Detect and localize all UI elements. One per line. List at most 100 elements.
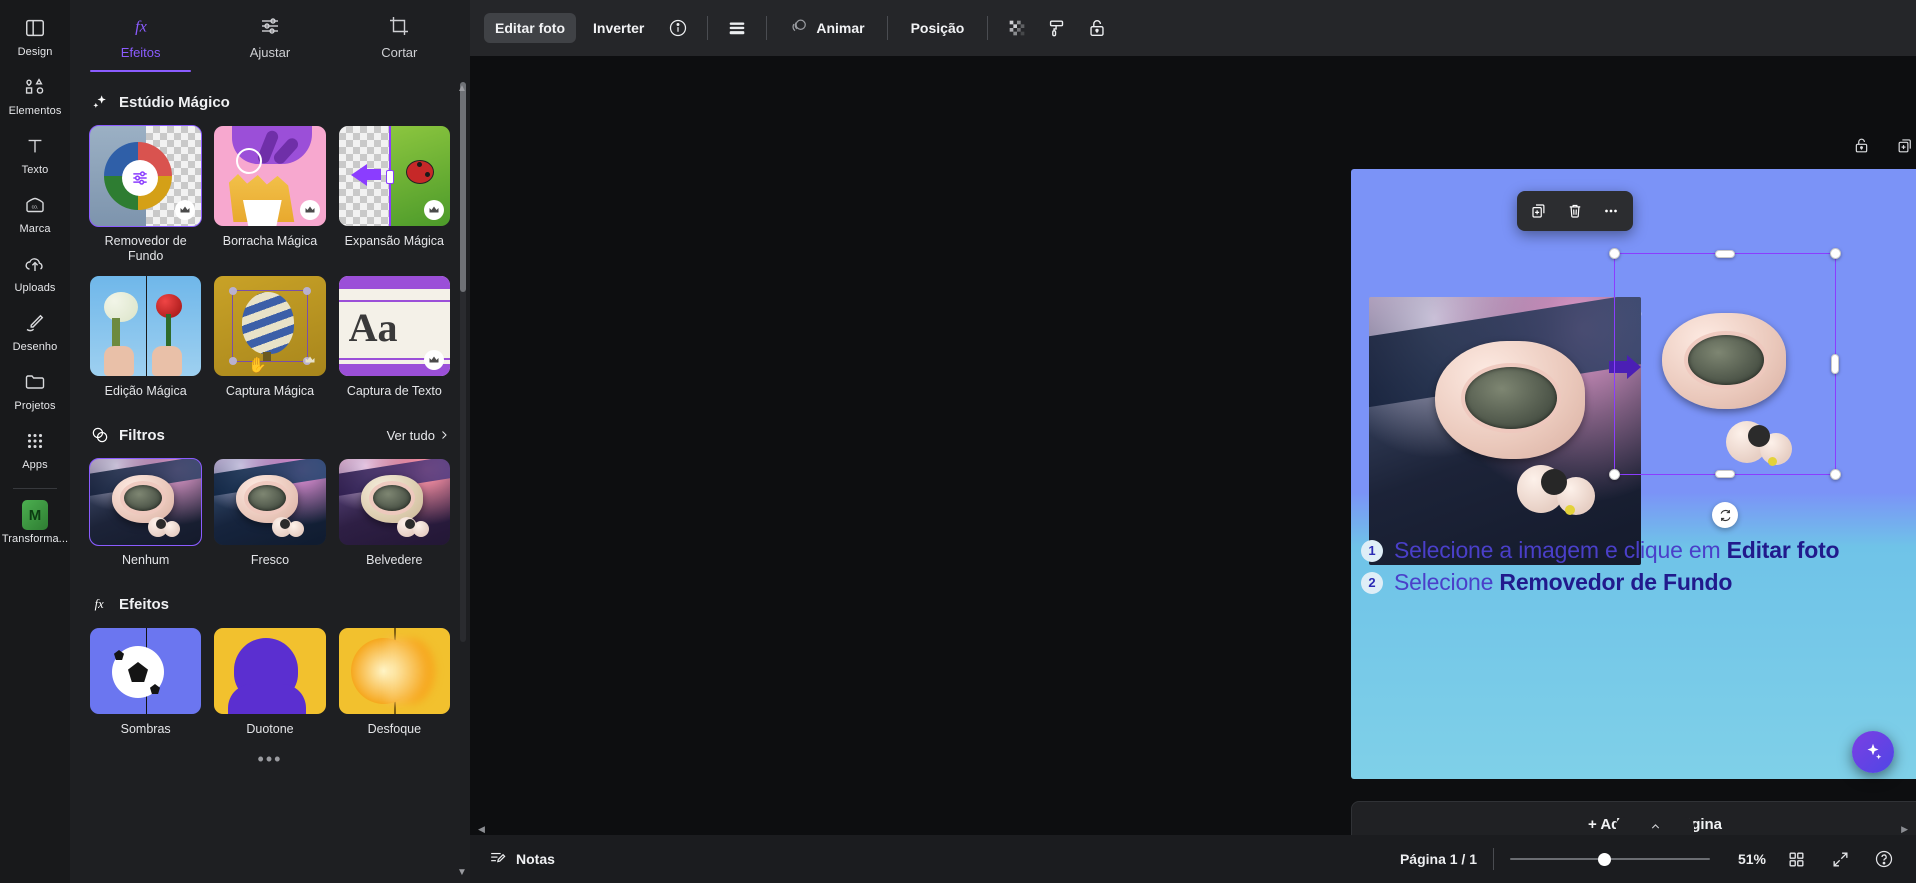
animate-icon [789,16,809,41]
zoom-slider[interactable] [1510,849,1710,869]
duplicate-page-icon[interactable] [1892,132,1916,158]
instruction-steps: 1 Selecione a imagem e clique em Editar … [1361,537,1840,596]
filters-grid: Nenhum Fresco Belvedere [88,458,450,568]
notes-icon [488,848,507,870]
sparkle-ai-icon[interactable] [1852,731,1894,773]
grid-view-icon[interactable] [1782,845,1810,873]
edit-photo-button[interactable]: Editar foto [484,13,576,43]
folder-icon [22,369,48,395]
step-text[interactable]: Selecione Removedor de Fundo [1394,569,1732,596]
card-label: Belvedere [366,553,423,567]
help-icon[interactable] [1870,845,1898,873]
thumbnail [214,459,326,545]
tab-ajustar[interactable]: Ajustar [205,0,334,72]
sidebar-item-label: Elementos [8,105,62,117]
resize-handle-top[interactable] [1715,250,1735,258]
resize-handle-tr[interactable] [1830,248,1841,259]
scroll-down-arrow-icon[interactable]: ▼ [456,866,468,878]
card-label: Nenhum [122,553,170,567]
filters-see-all-link[interactable]: Ver tudo [387,428,450,443]
rotate-handle-button[interactable] [1712,502,1738,528]
scroll-up-arrow-icon[interactable]: ▲ [456,82,468,94]
zoom-slider-knob[interactable] [1598,852,1611,866]
info-icon[interactable] [661,11,695,45]
sidebar-item-marca[interactable]: co. Marca [0,183,70,242]
paint-roller-icon[interactable] [1040,11,1074,45]
trash-icon[interactable] [1559,196,1591,226]
canvas-area[interactable]: Removedor de fundo [470,56,1916,835]
magic-studio-grid: Removedor de Fundo Borracha Mágica Expan… [88,125,450,399]
thumbnail [88,458,203,546]
section-title: Efeitos [119,595,170,613]
step-number: 2 [1361,571,1383,594]
flip-button[interactable]: Inverter [582,13,655,43]
sidebar-item-label: Marca [19,223,51,235]
thumbnail [90,276,202,376]
animate-button[interactable]: Animar [779,10,874,47]
magic-item-edicao-magica[interactable]: Edição Mágica [90,276,202,399]
sparkles-icon [90,92,110,112]
magic-studio-header: Estúdio Mágico [90,92,450,112]
left-rail: Design Elementos Texto co. Marca Uploads [0,0,70,883]
resize-handle-bl[interactable] [1609,469,1620,480]
sidebar-item-apps[interactable]: Apps [0,419,70,478]
ellipsis-icon[interactable] [1595,196,1627,226]
sidebar-item-desenho[interactable]: Desenho [0,301,70,360]
resize-handle-right[interactable] [1831,354,1839,374]
transparency-icon[interactable] [1000,11,1034,45]
magic-item-captura-magica[interactable]: ✋ Captura Mágica [214,276,326,399]
scroll-left-arrow-icon[interactable]: ◀ [478,824,485,835]
brand-app-icon: M [22,500,48,530]
scroll-right-arrow-icon[interactable]: ▶ [1901,824,1908,835]
sidebar-item-design[interactable]: Design [0,6,70,65]
ellipsis-icon[interactable]: ••• [90,749,450,770]
tab-efeitos[interactable]: fx Efeitos [76,0,205,72]
effect-item-duotone[interactable]: Duotone [214,628,326,737]
resize-handle-tl[interactable] [1609,248,1620,259]
slide-canvas[interactable]: Removedor de fundo [1351,169,1916,779]
sidebar-item-texto[interactable]: Texto [0,124,70,183]
resize-handle-br[interactable] [1830,469,1841,480]
pro-crown-icon [424,200,444,220]
resize-handle-bottom[interactable] [1715,470,1735,478]
card-label: Expansão Mágica [344,234,445,248]
sidebar-item-uploads[interactable]: Uploads [0,242,70,301]
magic-item-borracha-magica[interactable]: Borracha Mágica [214,126,326,264]
selection-box[interactable] [1609,248,1841,480]
filter-item-belvedere[interactable]: Belvedere [338,459,450,568]
lock-open-icon[interactable] [1848,132,1874,158]
original-photo[interactable] [1369,297,1641,565]
lock-open-icon[interactable] [1080,11,1114,45]
thumbnail: ✋ [214,276,326,376]
filter-item-nenhum[interactable]: Nenhum [88,458,203,568]
step-text[interactable]: Selecione a imagem e clique em Editar fo… [1394,537,1840,564]
pro-crown-icon [300,350,320,370]
fullscreen-icon[interactable] [1826,845,1854,873]
position-button[interactable]: Posição [900,13,976,43]
tab-cortar[interactable]: Cortar [335,0,464,72]
sidebar-item-brand-app[interactable]: M Transforma... [0,493,70,552]
magic-item-removedor-de-fundo[interactable]: Removedor de Fundo [88,125,203,264]
filter-item-fresco[interactable]: Fresco [214,459,326,568]
thumbnail [88,125,203,227]
text-icon [22,133,48,159]
scrollbar-thumb[interactable] [460,82,466,292]
duplicate-icon[interactable] [1523,196,1555,226]
effect-item-sombras[interactable]: Sombras [90,628,202,737]
sidebar-item-projetos[interactable]: Projetos [0,360,70,419]
notes-button[interactable]: Notas [488,848,555,870]
fx-icon: fx [128,13,154,39]
panel-scroll-area[interactable]: Estúdio Mágico Removedor de Fundo Borrac… [70,72,470,883]
filters-header: Filtros Ver tudo [90,425,450,445]
magic-item-expansao-magica[interactable]: Expansão Mágica [338,126,450,264]
sidebar-item-elementos[interactable]: Elementos [0,65,70,124]
horizontal-scroll[interactable]: ◀ ▶ [478,824,1908,835]
magic-item-captura-de-texto[interactable]: Aa Captura de Texto [338,276,450,399]
toolbar-divider [886,16,888,40]
tab-label: Ajustar [249,44,291,60]
effect-item-desfoque[interactable]: Desfoque [338,628,450,737]
card-label: Duotone [246,722,294,736]
pro-crown-icon [424,350,444,370]
panel-scrollbar[interactable] [460,82,466,642]
arrange-icon[interactable] [720,11,754,45]
